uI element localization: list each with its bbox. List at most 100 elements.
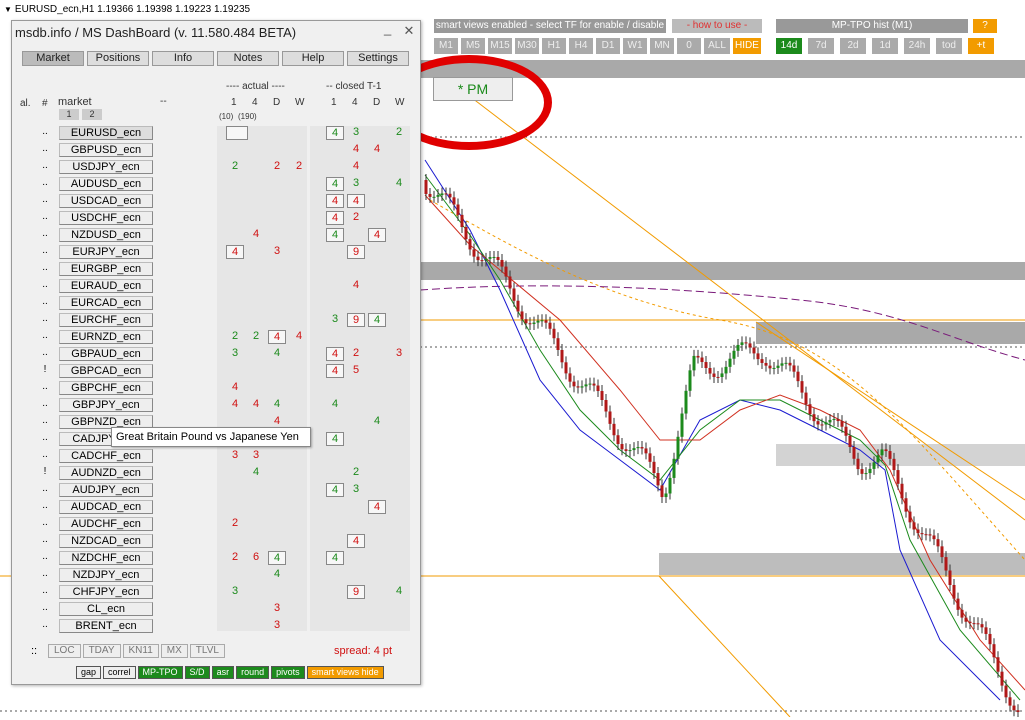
alert-marker[interactable]: .. bbox=[40, 602, 50, 613]
alert-marker[interactable]: .. bbox=[40, 534, 50, 545]
alert-marker[interactable]: .. bbox=[40, 194, 50, 205]
symbol-button[interactable]: EURCAD_ecn bbox=[59, 296, 153, 310]
how-to-use-link[interactable]: - how to use - bbox=[672, 19, 762, 33]
tab-settings[interactable]: Settings bbox=[347, 51, 409, 66]
symbol-button[interactable]: EURNZD_ecn bbox=[59, 330, 153, 344]
tool-round[interactable]: round bbox=[236, 666, 270, 679]
tf-button-all[interactable]: ALL bbox=[704, 38, 730, 54]
tpo-button-tod[interactable]: tod bbox=[936, 38, 962, 54]
alert-marker[interactable]: .. bbox=[40, 279, 50, 290]
alert-marker[interactable]: .. bbox=[40, 449, 50, 460]
symbol-button[interactable]: USDJPY_ecn bbox=[59, 160, 153, 174]
tool-pivots[interactable]: pivots bbox=[271, 666, 305, 679]
alert-marker[interactable]: .. bbox=[40, 347, 50, 358]
tf-button-mn[interactable]: MN bbox=[650, 38, 674, 54]
symbol-button[interactable]: USDCAD_ecn bbox=[59, 194, 153, 208]
minimize-icon[interactable]: _ bbox=[384, 21, 398, 37]
dropdown-triangle-icon[interactable]: ▼ bbox=[4, 5, 12, 14]
tool-gap[interactable]: gap bbox=[76, 666, 102, 679]
alert-marker[interactable]: .. bbox=[40, 143, 50, 154]
tool-smart-views-hide[interactable]: smart views hide bbox=[306, 666, 384, 679]
bottom-loc-button[interactable]: LOC bbox=[48, 644, 81, 658]
bottom-tday-button[interactable]: TDAY bbox=[82, 644, 121, 658]
symbol-button[interactable]: EURCHF_ecn bbox=[59, 313, 153, 327]
tf-button-w1[interactable]: W1 bbox=[623, 38, 647, 54]
alert-marker[interactable]: .. bbox=[40, 211, 50, 222]
tf-button-m1[interactable]: M1 bbox=[434, 38, 458, 54]
tpo-button-14d[interactable]: 14d bbox=[776, 38, 802, 54]
tf-button-h1[interactable]: H1 bbox=[542, 38, 566, 54]
tool-asr[interactable]: asr bbox=[211, 666, 235, 679]
bottom-mx-button[interactable]: MX bbox=[160, 644, 188, 658]
tf-button-m30[interactable]: M30 bbox=[515, 38, 539, 54]
alert-marker[interactable]: .. bbox=[40, 483, 50, 494]
tpo-button-2d[interactable]: 2d bbox=[840, 38, 866, 54]
symbol-button[interactable]: NZDUSD_ecn bbox=[59, 228, 153, 242]
symbol-button[interactable]: EURUSD_ecn bbox=[59, 126, 153, 140]
symbol-button[interactable]: NZDCHF_ecn bbox=[59, 551, 153, 565]
tab-help[interactable]: Help bbox=[282, 51, 344, 66]
tab-info[interactable]: Info bbox=[152, 51, 214, 66]
symbol-button[interactable]: BRENT_ecn bbox=[59, 619, 153, 633]
alert-marker[interactable]: .. bbox=[40, 228, 50, 239]
symbol-button[interactable]: NZDJPY_ecn bbox=[59, 568, 153, 582]
symbol-button[interactable]: GBPJPY_ecn bbox=[59, 398, 153, 412]
tpo-button-7d[interactable]: 7d bbox=[808, 38, 834, 54]
alert-marker[interactable]: .. bbox=[40, 432, 50, 443]
tf-button-d1[interactable]: D1 bbox=[596, 38, 620, 54]
tf-button-h4[interactable]: H4 bbox=[569, 38, 593, 54]
symbol-button[interactable]: CL_ecn bbox=[59, 602, 153, 616]
symbol-button[interactable]: USDCHF_ecn bbox=[59, 211, 153, 225]
alert-marker[interactable]: .. bbox=[40, 568, 50, 579]
symbol-button[interactable]: GBPAUD_ecn bbox=[59, 347, 153, 361]
alert-marker[interactable]: .. bbox=[40, 126, 50, 137]
tab-positions[interactable]: Positions bbox=[87, 51, 149, 66]
alert-marker[interactable]: .. bbox=[40, 517, 50, 528]
alert-marker[interactable]: .. bbox=[40, 330, 50, 341]
alert-marker[interactable]: .. bbox=[40, 398, 50, 409]
symbol-button[interactable]: CHFJPY_ecn bbox=[59, 585, 153, 599]
close-icon[interactable]: ✕ bbox=[401, 23, 417, 39]
bottom-kn11-button[interactable]: KN11 bbox=[122, 644, 159, 658]
page-2-button[interactable]: 2 bbox=[82, 109, 102, 120]
alert-marker[interactable]: .. bbox=[40, 160, 50, 171]
tab-notes[interactable]: Notes bbox=[217, 51, 279, 66]
alert-marker[interactable]: .. bbox=[40, 500, 50, 511]
symbol-button[interactable]: EURGBP_ecn bbox=[59, 262, 153, 276]
symbol-button[interactable]: AUDCAD_ecn bbox=[59, 500, 153, 514]
tpo-button-plus-t[interactable]: +t bbox=[968, 38, 994, 54]
alert-marker[interactable]: .. bbox=[40, 585, 50, 596]
alert-marker[interactable]: .. bbox=[40, 313, 50, 324]
bottom-tlvl-button[interactable]: TLVL bbox=[189, 644, 225, 658]
alert-marker[interactable]: ! bbox=[40, 466, 50, 477]
alert-marker[interactable]: .. bbox=[40, 245, 50, 256]
symbol-button[interactable]: AUDCHF_ecn bbox=[59, 517, 153, 531]
alert-marker[interactable]: ! bbox=[40, 364, 50, 375]
alert-marker[interactable]: .. bbox=[40, 177, 50, 188]
alert-marker[interactable]: .. bbox=[40, 415, 50, 426]
tf-button-hide[interactable]: HIDE bbox=[733, 38, 761, 54]
page-1-button[interactable]: 1 bbox=[59, 109, 79, 120]
symbol-button[interactable]: AUDJPY_ecn bbox=[59, 483, 153, 497]
tab-market[interactable]: Market bbox=[22, 51, 84, 66]
tf-button-0[interactable]: 0 bbox=[677, 38, 701, 54]
symbol-button[interactable]: CADCHF_ecn bbox=[59, 449, 153, 463]
symbol-button[interactable]: AUDUSD_ecn bbox=[59, 177, 153, 191]
alert-marker[interactable]: .. bbox=[40, 262, 50, 273]
symbol-button[interactable]: GBPCHF_ecn bbox=[59, 381, 153, 395]
alert-marker[interactable]: .. bbox=[40, 619, 50, 630]
alert-marker[interactable]: .. bbox=[40, 551, 50, 562]
symbol-button[interactable]: AUDNZD_ecn bbox=[59, 466, 153, 480]
symbol-button[interactable]: NZDCAD_ecn bbox=[59, 534, 153, 548]
alert-marker[interactable]: .. bbox=[40, 296, 50, 307]
tpo-button-1d[interactable]: 1d bbox=[872, 38, 898, 54]
tool-correl[interactable]: correl bbox=[103, 666, 136, 679]
tf-button-m15[interactable]: M15 bbox=[488, 38, 512, 54]
symbol-button[interactable]: EURAUD_ecn bbox=[59, 279, 153, 293]
tpo-button-24h[interactable]: 24h bbox=[904, 38, 930, 54]
symbol-button[interactable]: GBPCAD_ecn bbox=[59, 364, 153, 378]
tf-button-m5[interactable]: M5 bbox=[461, 38, 485, 54]
symbol-button[interactable]: EURJPY_ecn bbox=[59, 245, 153, 259]
symbol-button[interactable]: GBPUSD_ecn bbox=[59, 143, 153, 157]
alert-marker[interactable]: .. bbox=[40, 381, 50, 392]
